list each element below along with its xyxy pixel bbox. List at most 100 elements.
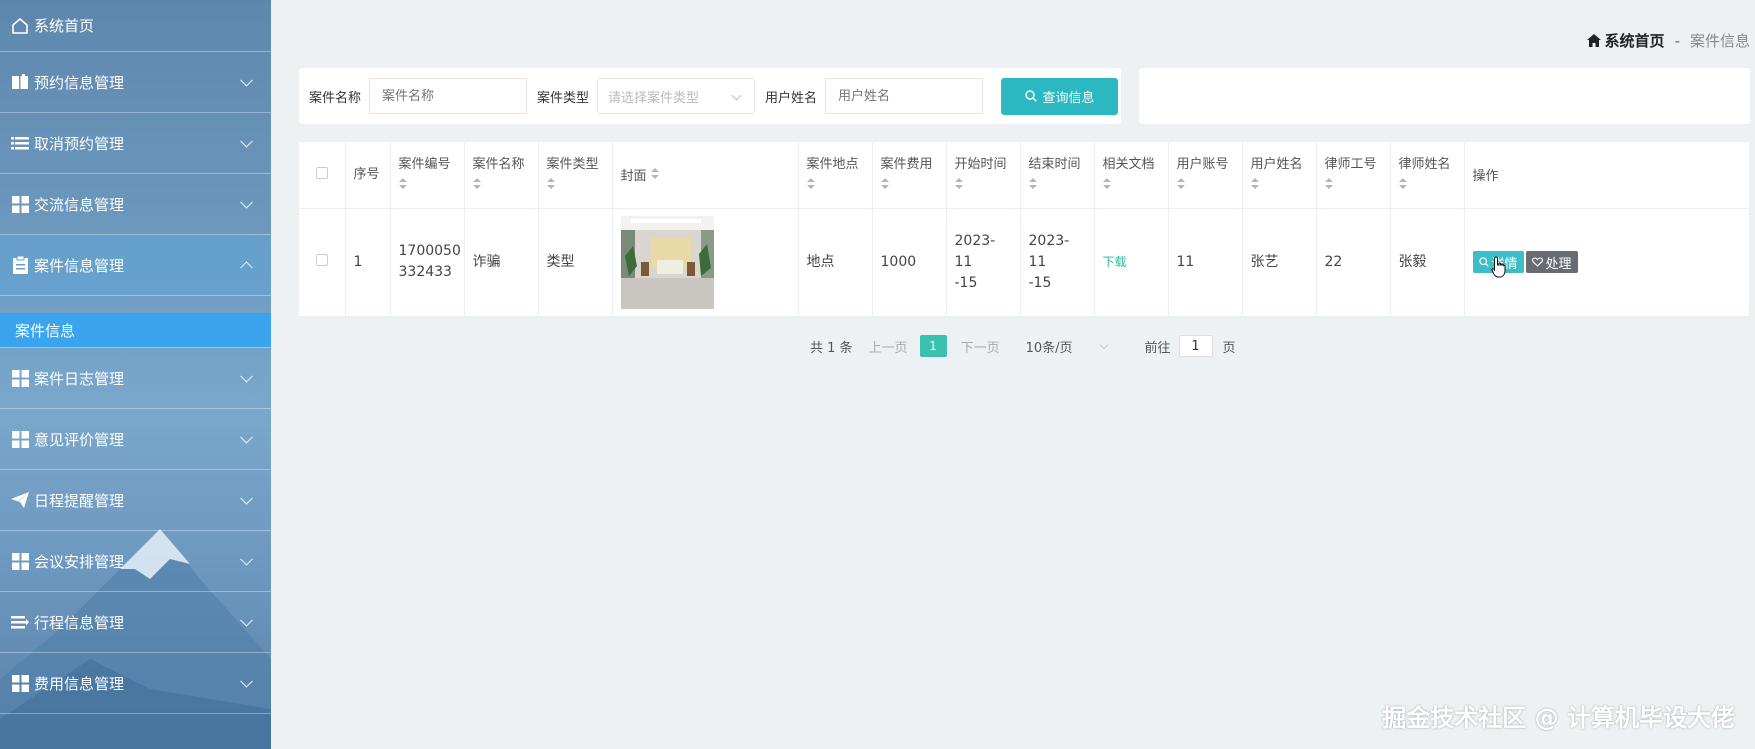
sort-icon[interactable] [650,168,659,180]
cell-lawyer-no: 22 [1316,208,1391,317]
chevron-down-icon [240,195,253,209]
col-user-name[interactable]: 用户姓名 [1242,142,1317,209]
chevron-down-icon [240,674,253,688]
data-table: 序号 案件编号 案件名称 案件类型 封面 案件地点 案件费用 开始时间 结束时间… [299,142,1750,317]
pagination: 共 1 条 上一页 1 下一页 10条/页 前往 页 [810,335,1236,357]
download-link[interactable]: 下载 [1103,255,1127,269]
user-name-input[interactable] [825,78,984,114]
sort-icon[interactable] [880,177,889,190]
sort-icon[interactable] [472,177,481,190]
sidebar-item-case-log[interactable]: 案件日志管理 [0,348,271,409]
sort-icon[interactable] [1028,177,1037,190]
action-bar [1139,68,1750,124]
case-table: 序号 案件编号 案件名称 案件类型 封面 案件地点 案件费用 开始时间 结束时间… [299,142,1750,317]
cell-case-type: 类型 [538,208,613,317]
home-icon [1586,34,1601,47]
col-end-time[interactable]: 结束时间 [1020,142,1095,209]
select-all-cell [299,142,346,209]
sidebar-item-reservation[interactable]: 预约信息管理 [0,52,271,113]
sidebar: 系统首页 预约信息管理 取消预约管理 交流信息管理 案件信息管理 案件信息 案件… [0,0,271,749]
chevron-up-icon [240,261,253,275]
search-icon [1024,90,1037,102]
pagination-total: 共 1 条 [810,340,853,356]
sort-icon[interactable] [1102,177,1111,190]
goto-label: 前往 [1144,340,1171,356]
sidebar-item-schedule[interactable]: 日程提醒管理 [0,470,271,531]
col-location[interactable]: 案件地点 [798,142,873,209]
chevron-down-icon [240,613,253,627]
sidebar-item-fee[interactable]: 费用信息管理 [0,653,271,714]
heart-icon [1531,257,1543,267]
col-account[interactable]: 用户账号 [1168,142,1243,209]
col-lawyer-no[interactable]: 律师工号 [1316,142,1391,209]
case-type-label: 案件类型 [537,90,590,106]
cell-lawyer-name: 张毅 [1390,208,1465,317]
sort-icon[interactable] [1398,177,1407,190]
sidebar-item-home[interactable]: 系统首页 [0,0,271,52]
select-all-checkbox[interactable] [315,166,328,179]
breadcrumb-home-label: 系统首页 [1604,32,1665,50]
page-size-value: 10条/页 [1025,340,1073,356]
col-case-type[interactable]: 案件类型 [538,142,613,209]
case-type-select[interactable]: 请选择案件类型 [597,78,756,114]
cover-image[interactable] [620,215,714,309]
row-checkbox[interactable] [315,253,328,266]
chevron-down-icon [240,369,253,383]
sort-icon[interactable] [806,177,815,190]
sort-icon[interactable] [1324,177,1333,190]
sidebar-item-label: 案件信息管理 [34,256,125,275]
sort-icon[interactable] [954,177,963,190]
hand-cursor-icon [1491,256,1506,278]
col-ops: 操作 [1464,142,1750,209]
sidebar-item-itinerary[interactable]: 行程信息管理 [0,592,271,653]
grid-icon [10,674,30,692]
sidebar-item-case-info[interactable]: 案件信息管理 [0,235,271,296]
case-name-input[interactable] [369,78,528,114]
col-cover[interactable]: 封面 [612,142,799,209]
table-header-row: 序号 案件编号 案件名称 案件类型 封面 案件地点 案件费用 开始时间 结束时间… [299,142,1750,209]
sidebar-item-meeting[interactable]: 会议安排管理 [0,531,271,592]
breadcrumb: 系统首页 - 案件信息 [1586,30,1750,51]
search-bar: 案件名称 案件类型 请选择案件类型 用户姓名 查询信息 [299,68,1121,124]
page-size-select[interactable]: 10条/页 [1025,337,1108,356]
chevron-down-icon [240,73,253,87]
col-case-name[interactable]: 案件名称 [464,142,539,209]
sidebar-item-label: 费用信息管理 [34,674,125,693]
col-case-no[interactable]: 案件编号 [390,142,465,209]
list-arrow-icon [10,613,30,631]
sidebar-item-communication[interactable]: 交流信息管理 [0,174,271,235]
sidebar-item-label: 预约信息管理 [34,73,125,92]
handle-button-label: 处理 [1545,255,1572,271]
col-lawyer-name[interactable]: 律师姓名 [1390,142,1465,209]
sidebar-item-feedback[interactable]: 意见评价管理 [0,409,271,470]
sidebar-item-cancel-reservation[interactable]: 取消预约管理 [0,113,271,174]
breadcrumb-current: 案件信息 [1689,32,1750,50]
chevron-down-icon [240,552,253,566]
sort-icon[interactable] [546,177,555,190]
col-docs[interactable]: 相关文档 [1094,142,1169,209]
grid-icon [10,195,30,213]
case-type-placeholder: 请选择案件类型 [608,90,700,106]
page-unit-label: 页 [1222,340,1236,356]
page-number-1[interactable]: 1 [919,335,947,357]
submenu-item-case-info[interactable]: 案件信息 [0,313,271,347]
cell-account: 11 [1168,208,1243,317]
sidebar-item-label: 系统首页 [34,17,95,35]
sort-icon[interactable] [398,177,407,190]
breadcrumb-home[interactable]: 系统首页 [1586,30,1665,51]
query-button[interactable]: 查询信息 [1001,77,1119,115]
list-icon [10,134,30,152]
clipboard-icon [10,256,30,274]
prev-page-button[interactable]: 上一页 [869,337,908,356]
col-fee[interactable]: 案件费用 [872,142,947,209]
cell-docs: 下载 [1094,208,1169,317]
search-icon [1478,257,1489,267]
handle-button[interactable]: 处理 [1525,251,1578,273]
sort-icon[interactable] [1176,177,1185,190]
next-page-button[interactable]: 下一页 [961,337,1000,356]
goto-page-input[interactable] [1178,335,1213,357]
chevron-down-icon [240,134,253,148]
case-name-label: 案件名称 [309,90,362,106]
sort-icon[interactable] [1250,177,1259,190]
col-start-time[interactable]: 开始时间 [946,142,1021,209]
